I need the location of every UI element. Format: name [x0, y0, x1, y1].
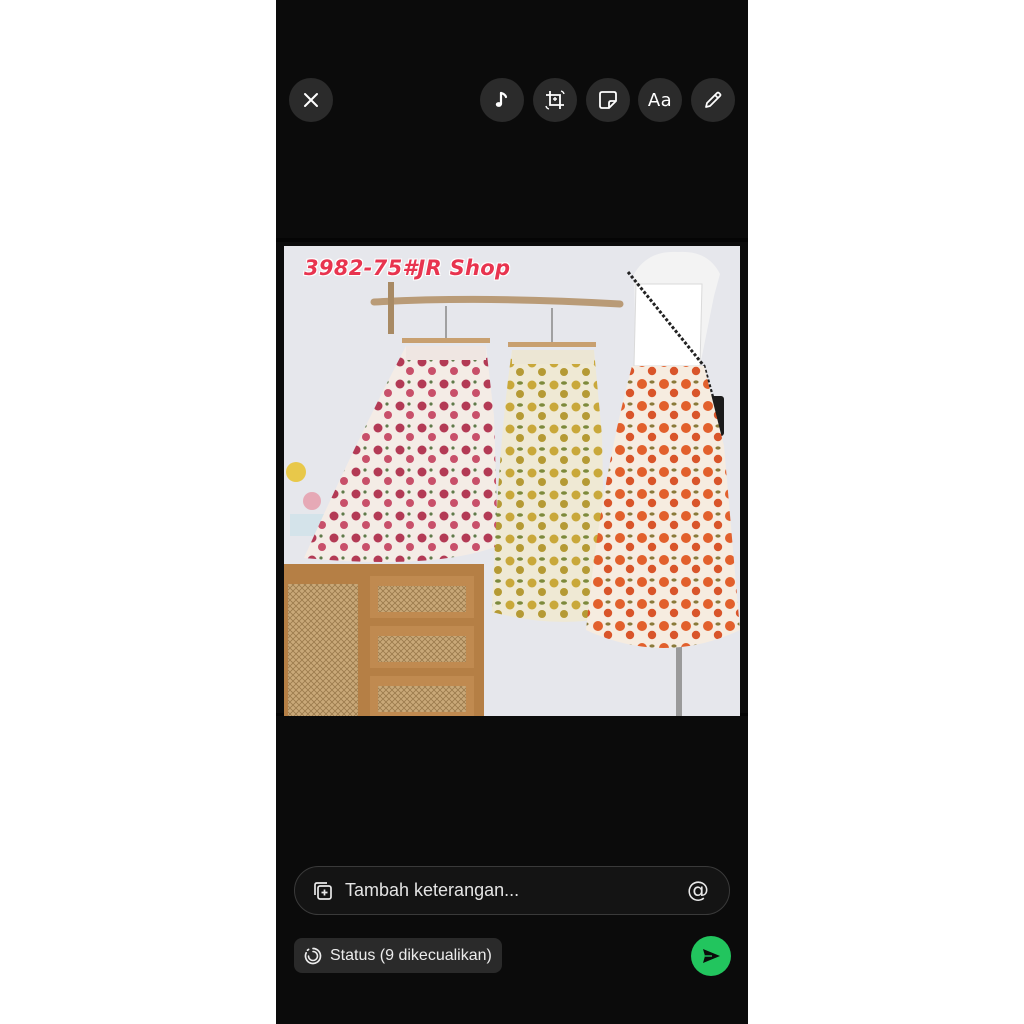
story-editor-screen: Aa 3982-75#JR Shop Tambah keterangan... …: [276, 0, 748, 1024]
draw-button[interactable]: [691, 78, 735, 122]
text-tool-label: Aa: [647, 89, 673, 111]
music-note-icon: [495, 91, 508, 107]
close-icon: [304, 93, 318, 107]
caption-input[interactable]: Tambah keterangan... @: [294, 866, 730, 915]
status-ring-icon: [304, 947, 322, 964]
crop-rotate-icon: [545, 90, 565, 110]
sticker-button[interactable]: [586, 78, 630, 122]
product-photo-image: [284, 246, 740, 716]
pencil-icon: [705, 91, 722, 108]
editor-toolbar: Aa: [276, 78, 748, 122]
caption-placeholder[interactable]: Tambah keterangan...: [345, 880, 687, 901]
at-mention-icon[interactable]: @: [687, 878, 709, 903]
status-label: Status (9 dikecualikan): [330, 946, 492, 964]
text-tool-button[interactable]: Aa: [638, 78, 682, 122]
close-button[interactable]: [289, 78, 333, 122]
status-audience-button[interactable]: Status (9 dikecualikan): [294, 938, 502, 973]
crop-rotate-button[interactable]: [533, 78, 577, 122]
add-media-icon[interactable]: [312, 880, 334, 902]
story-photo[interactable]: 3982-75#JR Shop: [276, 238, 748, 716]
send-arrow-icon: [703, 949, 720, 963]
photo-overlay-text: 3982-75#JR Shop: [304, 256, 511, 280]
sticker-icon: [599, 91, 617, 109]
music-button[interactable]: [480, 78, 524, 122]
send-button[interactable]: [691, 936, 731, 976]
